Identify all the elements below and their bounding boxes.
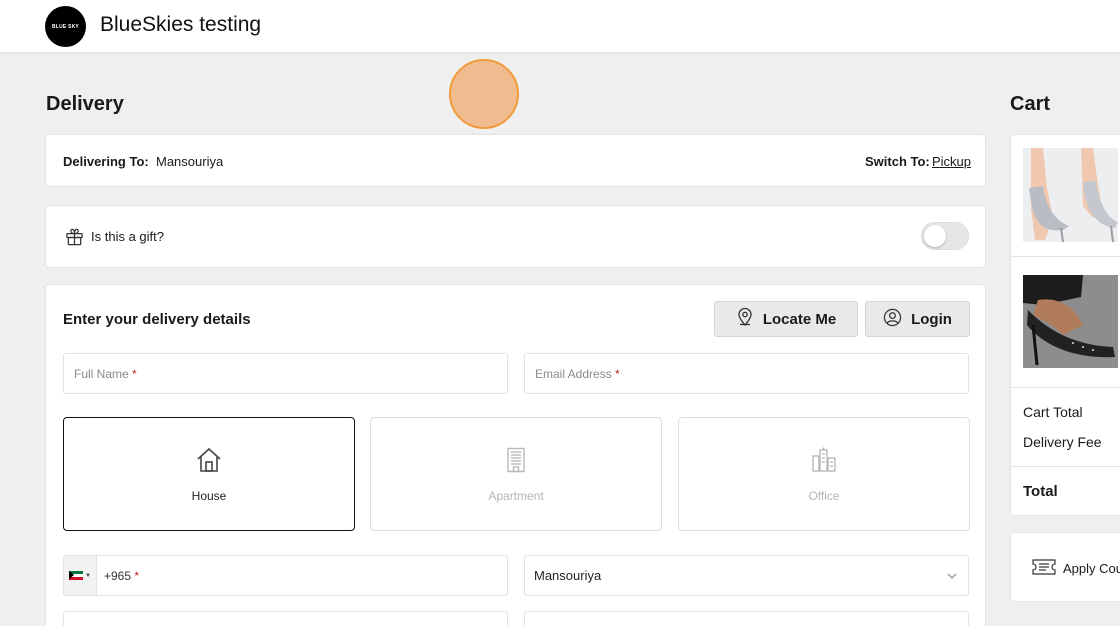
gift-toggle[interactable] <box>921 222 969 250</box>
caret-down-icon: ▼ <box>85 572 91 579</box>
delivery-details-title: Enter your delivery details <box>63 311 251 328</box>
user-icon <box>883 308 902 331</box>
delivery-title: Delivery <box>46 93 124 115</box>
cart-divider <box>1011 387 1120 388</box>
office-buildings-icon <box>810 446 838 479</box>
top-bar: BLUE SKY BlueSkies testing <box>0 0 1120 53</box>
address-type-office-label: Office <box>808 488 840 503</box>
apply-coupon-label: Apply Cou <box>1063 561 1120 576</box>
brand-name[interactable]: BlueSkies testing <box>100 13 261 37</box>
gift-card: Is this a gift? <box>45 205 986 268</box>
login-label: Login <box>911 310 952 328</box>
delivering-to-card: Delivering To: Mansouriya Switch To: Pic… <box>45 134 986 187</box>
chevron-down-icon <box>946 569 958 587</box>
location-pin-icon <box>736 307 754 331</box>
toggle-knob <box>924 225 946 247</box>
cart-divider <box>1011 466 1120 467</box>
house-icon <box>195 446 223 479</box>
address-type-office[interactable]: Office <box>678 417 970 531</box>
delivery-details-card: Enter your delivery details Locate Me Lo… <box>45 284 986 626</box>
gift-icon <box>65 227 84 251</box>
total-label: Total <box>1023 483 1058 500</box>
address-type-house[interactable]: House <box>63 417 355 531</box>
brand-logo[interactable]: BLUE SKY <box>45 6 86 47</box>
area-select[interactable]: Mansouriya <box>524 555 969 596</box>
next-field-left[interactable] <box>63 611 508 626</box>
switch-to-label: Switch To: <box>865 154 930 169</box>
kuwait-flag-icon <box>69 571 84 580</box>
cart-title: Cart <box>1010 93 1051 115</box>
coupon-card[interactable]: Apply Cou <box>1010 532 1120 602</box>
email-placeholder: Email Address * <box>535 367 620 381</box>
delivery-fee-label: Delivery Fee <box>1023 434 1102 450</box>
full-name-field[interactable]: Full Name * <box>63 353 508 394</box>
apartment-building-icon <box>502 446 530 479</box>
area-select-value: Mansouriya <box>534 568 602 583</box>
cart-item-image-1[interactable] <box>1023 148 1118 242</box>
locate-me-label: Locate Me <box>762 310 837 328</box>
phone-placeholder: +965 * <box>104 569 140 583</box>
cart-divider <box>1011 256 1120 257</box>
address-type-apartment-label: Apartment <box>488 488 544 503</box>
delivering-to-label: Delivering To: <box>63 154 149 169</box>
cart-total-label: Cart Total <box>1023 404 1083 420</box>
coupon-ticket-icon <box>1032 559 1056 580</box>
delivering-to-value: Mansouriya <box>156 154 224 169</box>
cart-item-image-2[interactable] <box>1023 275 1118 368</box>
cart-card: Cart Total Delivery Fee Total <box>1010 134 1120 516</box>
gift-label: Is this a gift? <box>91 229 164 244</box>
country-code-selector[interactable]: ▼ <box>64 556 97 595</box>
address-type-house-label: House <box>191 488 227 503</box>
click-indicator <box>449 59 519 129</box>
switch-to-pickup-link[interactable]: Pickup <box>932 154 971 169</box>
email-field[interactable]: Email Address * <box>524 353 969 394</box>
address-type-apartment[interactable]: Apartment <box>370 417 662 531</box>
locate-me-button[interactable]: Locate Me <box>714 301 858 337</box>
login-button[interactable]: Login <box>865 301 970 337</box>
full-name-placeholder: Full Name * <box>74 367 137 381</box>
next-field-right[interactable] <box>524 611 969 626</box>
phone-field[interactable]: ▼ +965 * <box>63 555 508 596</box>
